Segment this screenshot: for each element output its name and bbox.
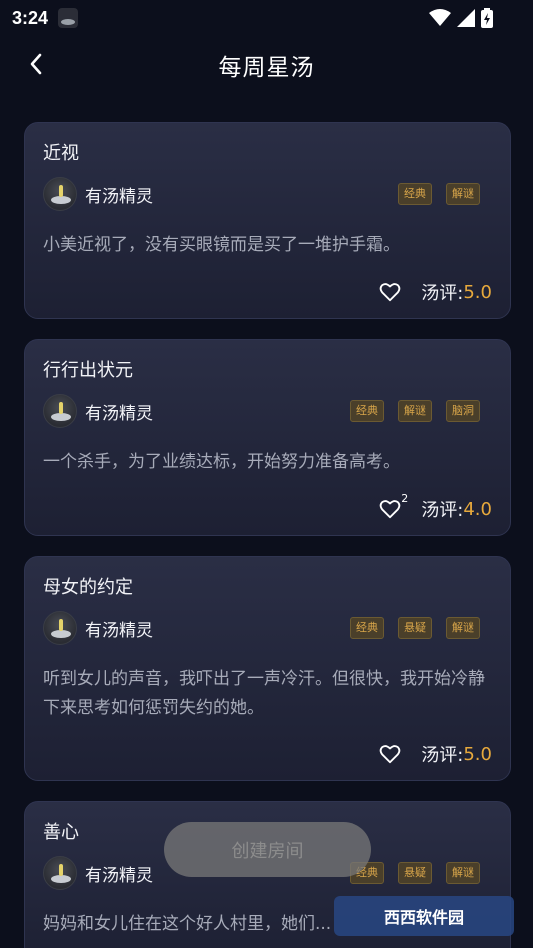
author[interactable]: 有汤精灵 — [43, 177, 153, 211]
status-bar: 3:24 — [0, 0, 533, 36]
page-title: 每周星汤 — [218, 55, 315, 81]
tag: 解谜 — [446, 617, 480, 639]
tag: 解谜 — [446, 183, 480, 205]
like-control[interactable]: 2 — [379, 492, 408, 520]
rating-label: 汤评: — [421, 283, 464, 304]
tag: 脑洞 — [446, 400, 480, 422]
card-description: 听到女儿的声音，我吓出了一声冷汗。但很快，我开始冷静下来思考如何惩罚失约的她。 — [43, 669, 485, 718]
story-card[interactable]: 母女的约定 有汤精灵 经典 悬疑 解谜 听到女儿的声音，我吓出了一声冷汗。但很快… — [24, 556, 511, 781]
top-bar: 每周星汤 — [0, 36, 533, 92]
card-title: 近视 — [43, 143, 79, 164]
tag-list: 经典 悬疑 解谜 — [350, 862, 480, 884]
tag-list: 经典 解谜 脑洞 — [350, 400, 480, 422]
rating-value: 5.0 — [463, 281, 492, 303]
author-name: 有汤精灵 — [85, 403, 153, 424]
tag: 经典 — [350, 400, 384, 422]
notification-app-icon — [58, 8, 79, 28]
author[interactable]: 有汤精灵 — [43, 394, 153, 428]
rating-label: 汤评: — [421, 500, 464, 521]
tag: 悬疑 — [398, 862, 432, 884]
like-count: 2 — [401, 492, 409, 505]
card-title: 行行出状元 — [43, 360, 133, 381]
rating-value: 4.0 — [463, 498, 492, 520]
heart-icon[interactable] — [379, 281, 401, 303]
card-title: 善心 — [43, 822, 79, 843]
card-description: 一个杀手，为了业绩达标，开始努力准备高考。 — [43, 452, 400, 472]
card-title: 母女的约定 — [43, 577, 133, 598]
avatar — [43, 394, 77, 428]
heart-icon[interactable] — [379, 743, 401, 765]
story-card[interactable]: 近视 有汤精灵 经典 解谜 小美近视了，没有买眼镜而是买了一堆护手霜。 汤评: … — [24, 122, 511, 319]
tag-list: 经典 解谜 — [398, 183, 480, 205]
card-description: 小美近视了，没有买眼镜而是买了一堆护手霜。 — [43, 235, 400, 255]
rating-value: 5.0 — [463, 743, 492, 765]
status-time: 3:24 — [12, 7, 49, 28]
tag: 经典 — [350, 617, 384, 639]
wifi-icon — [429, 9, 451, 26]
signal-icon — [457, 9, 475, 27]
watermark-logo: 西西软件园 — [334, 896, 514, 936]
tag: 解谜 — [446, 862, 480, 884]
tag: 悬疑 — [398, 617, 432, 639]
status-icons — [429, 8, 493, 28]
card-footer: 2 汤评: 4.0 — [379, 492, 492, 522]
author[interactable]: 有汤精灵 — [43, 611, 153, 645]
author-name: 有汤精灵 — [85, 186, 153, 207]
author[interactable]: 有汤精灵 — [43, 856, 153, 890]
rating-label: 汤评: — [421, 745, 464, 766]
avatar — [43, 856, 77, 890]
tag: 解谜 — [398, 400, 432, 422]
tag: 经典 — [398, 183, 432, 205]
card-footer: 汤评: 5.0 — [379, 279, 492, 305]
avatar — [43, 177, 77, 211]
author-name: 有汤精灵 — [85, 865, 153, 886]
avatar — [43, 611, 77, 645]
heart-icon[interactable] — [379, 498, 401, 520]
tag-list: 经典 悬疑 解谜 — [350, 617, 480, 639]
create-room-button[interactable]: 创建房间 — [164, 822, 371, 877]
card-footer: 汤评: 5.0 — [379, 741, 492, 767]
author-name: 有汤精灵 — [85, 620, 153, 641]
battery-icon — [481, 8, 493, 28]
story-card[interactable]: 行行出状元 有汤精灵 经典 解谜 脑洞 一个杀手，为了业绩达标，开始努力准备高考… — [24, 339, 511, 536]
